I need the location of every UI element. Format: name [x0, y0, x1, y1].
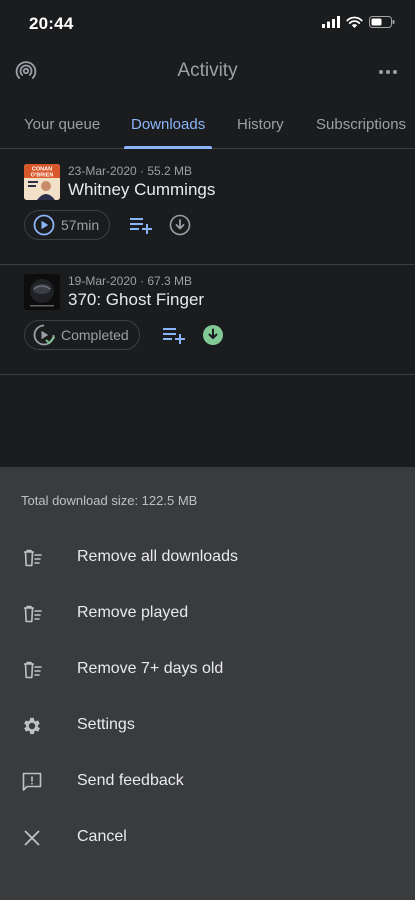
status-bar: 20:44: [0, 0, 415, 48]
add-to-queue-icon[interactable]: [162, 326, 186, 346]
app-header: Activity: [0, 48, 415, 98]
podcast-artwork: CONAN O'BRIEN: [24, 164, 60, 200]
battery-icon: [369, 16, 395, 28]
menu-item-send-feedback[interactable]: Send feedback: [0, 755, 415, 811]
download-icon[interactable]: [169, 214, 191, 236]
episode-meta: 23-Mar-2020 · 55.2 MB: [68, 164, 193, 178]
page-title: Activity: [177, 60, 238, 81]
menu-item-remove-played[interactable]: Remove played: [0, 587, 415, 643]
episode-item[interactable]: 19-Mar-2020 · 67.3 MB 370: Ghost Finger …: [0, 264, 415, 375]
menu-label: Settings: [77, 716, 135, 733]
menu-item-remove-all-downloads[interactable]: Remove all downloads: [0, 531, 415, 587]
total-download-size: Total download size: 122.5 MB: [21, 493, 198, 508]
play-button[interactable]: Completed: [24, 320, 140, 350]
menu-item-settings[interactable]: Settings: [0, 699, 415, 755]
more-options-icon[interactable]: [375, 62, 401, 82]
play-button[interactable]: 57min: [24, 210, 111, 240]
completed-play-icon: [33, 324, 55, 346]
delete-list-icon: [24, 661, 42, 679]
menu-label: Remove all downloads: [77, 548, 238, 565]
tab-downloads[interactable]: Downloads: [131, 116, 205, 133]
episode-title[interactable]: Whitney Cummings: [68, 180, 215, 200]
delete-list-icon: [24, 605, 42, 623]
active-tab-indicator: [124, 146, 212, 149]
podcast-artwork: [24, 274, 60, 310]
gear-icon: [24, 717, 40, 735]
svg-text:O'BRIEN: O'BRIEN: [31, 173, 54, 179]
menu-label: Cancel: [77, 828, 127, 845]
tab-bar: Your queue Downloads History Subscriptio…: [0, 104, 415, 149]
play-duration: 57min: [61, 217, 100, 233]
menu-item-remove-old[interactable]: Remove 7+ days old: [0, 643, 415, 699]
menu-label: Remove 7+ days old: [77, 660, 224, 677]
status-time: 20:44: [29, 14, 74, 33]
downloaded-icon[interactable]: [202, 324, 224, 346]
episode-item[interactable]: CONAN O'BRIEN 23-Mar-2020 · 55.2 MB Whit…: [0, 154, 415, 265]
episode-title[interactable]: 370: Ghost Finger: [68, 290, 204, 310]
wifi-icon: [346, 16, 363, 28]
status-icons: [322, 16, 395, 28]
menu-item-cancel[interactable]: Cancel: [0, 811, 415, 867]
play-icon: [33, 214, 55, 236]
play-status: Completed: [61, 327, 129, 343]
delete-list-icon: [24, 549, 42, 567]
close-icon: [24, 830, 40, 846]
tab-your-queue[interactable]: Your queue: [24, 116, 100, 133]
episode-meta: 19-Mar-2020 · 67.3 MB: [68, 274, 193, 288]
cellular-signal-icon: [322, 16, 340, 28]
download-options-sheet: Total download size: 122.5 MB Remove all…: [0, 467, 415, 900]
menu-label: Send feedback: [77, 772, 184, 789]
tab-subscriptions[interactable]: Subscriptions: [316, 116, 406, 133]
add-to-queue-icon[interactable]: [129, 216, 153, 236]
tab-history[interactable]: History: [237, 116, 284, 133]
menu-label: Remove played: [77, 604, 189, 621]
feedback-icon: [22, 772, 42, 791]
